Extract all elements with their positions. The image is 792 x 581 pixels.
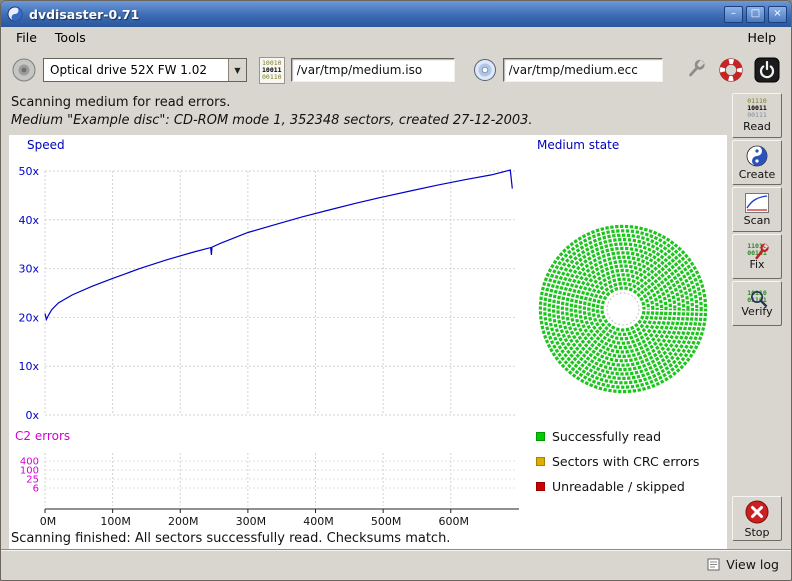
- legend-item: Sectors with CRC errors: [536, 449, 699, 474]
- fix-button[interactable]: 11010 00101 Fix: [732, 234, 782, 279]
- medium-disc-ring: [558, 244, 688, 374]
- app-window: dvdisaster-0.71 – □ × File Tools Help Op…: [0, 0, 792, 581]
- iso-path-input[interactable]: [291, 58, 455, 82]
- chevron-down-icon[interactable]: ▼: [228, 59, 246, 81]
- footer-bar: View log: [1, 549, 791, 580]
- speed-y-tick-label: 20x: [18, 311, 39, 324]
- drive-select-value: Optical drive 52X FW 1.02: [44, 59, 228, 81]
- status-medium-info: Medium "Example disc": CD-ROM mode 1, 35…: [11, 113, 727, 128]
- scan-result-status: Scanning finished: All sectors successfu…: [11, 531, 450, 546]
- ecc-disc-icon: [473, 58, 497, 82]
- titlebar: dvdisaster-0.71 – □ ×: [1, 1, 791, 27]
- medium-disc-hub: [607, 293, 639, 325]
- legend-label: Successfully read: [552, 429, 661, 444]
- view-log-label: View log: [726, 557, 779, 572]
- stop-button[interactable]: Stop: [732, 496, 782, 541]
- medium-state-legend: Successfully read Sectors with CRC error…: [536, 424, 699, 499]
- window-controls: – □ ×: [724, 6, 787, 23]
- speed-curve: [45, 170, 512, 319]
- legend-swatch: [536, 432, 545, 441]
- create-button[interactable]: Create: [732, 140, 782, 185]
- x-tick-label: 600M: [439, 515, 470, 528]
- scan-button[interactable]: Scan: [732, 187, 782, 232]
- results-canvas: 0x 10x 20x 30x 40x 50x 0M 100M 200M 300M 400M 500M 6…: [9, 135, 727, 549]
- speed-y-tick-label: 0x: [25, 409, 39, 422]
- drive-icon: [11, 57, 37, 83]
- legend-item: Unreadable / skipped: [536, 474, 699, 499]
- speed-chart-title: Speed: [27, 138, 65, 152]
- log-icon: [707, 558, 720, 571]
- red-wrench-icon: [746, 242, 772, 266]
- iso-file-icon: 10010 10011 00110: [259, 57, 285, 84]
- speed-y-tick-label: 50x: [18, 165, 39, 178]
- legend-label: Sectors with CRC errors: [552, 454, 699, 469]
- x-tick-label: 100M: [100, 515, 131, 528]
- legend-label: Unreadable / skipped: [552, 479, 685, 494]
- action-sidebar: 01110 10011 00111 Read Create Scan: [727, 93, 787, 549]
- x-tick-label: 300M: [236, 515, 267, 528]
- legend-swatch: [536, 482, 545, 491]
- medium-disc-ring: [584, 270, 661, 347]
- speed-y-tick-label: 40x: [18, 214, 39, 227]
- wrench-icon: [682, 57, 708, 83]
- ecc-path-input[interactable]: [503, 58, 663, 82]
- speed-y-tick-label: 10x: [18, 360, 39, 373]
- minimize-icon[interactable]: –: [724, 6, 743, 23]
- window-title: dvdisaster-0.71: [29, 7, 139, 22]
- view-log-button[interactable]: View log: [703, 556, 783, 573]
- quit-button[interactable]: [753, 56, 781, 84]
- lifebuoy-icon: [718, 57, 744, 83]
- x-tick-label: 500M: [371, 515, 402, 528]
- preferences-button[interactable]: [681, 56, 709, 84]
- medium-disc-ring: [540, 226, 705, 391]
- x-tick-label: 400M: [303, 515, 334, 528]
- medium-state-title: Medium state: [537, 138, 619, 152]
- menu-tools[interactable]: Tools: [46, 28, 95, 47]
- medium-disc-ring: [571, 257, 675, 361]
- maximize-icon[interactable]: □: [746, 6, 765, 23]
- read-button[interactable]: 01110 10011 00111 Read: [732, 93, 782, 138]
- close-icon[interactable]: ×: [768, 6, 787, 23]
- mini-chart-icon: [745, 193, 769, 213]
- medium-disc-ring: [598, 284, 649, 335]
- power-icon: [754, 57, 780, 83]
- window-icon: [7, 6, 23, 22]
- magnifier-icon: [746, 289, 772, 313]
- toolbar: Optical drive 52X FW 1.02 ▼ 10010 10011 …: [1, 47, 791, 93]
- speed-y-tick-label: 30x: [18, 263, 39, 276]
- binary-wrench-icon: 11010 00101: [747, 243, 767, 257]
- x-tick-label: 0M: [40, 515, 57, 528]
- c2-y-tick-label: 6: [33, 484, 39, 495]
- help-button[interactable]: [717, 56, 745, 84]
- status-area: Scanning medium for read errors. Medium …: [1, 93, 727, 135]
- menubar: File Tools Help: [1, 27, 791, 47]
- drive-select[interactable]: Optical drive 52X FW 1.02 ▼: [43, 58, 247, 82]
- yin-yang-icon: [746, 145, 768, 167]
- stop-icon: [744, 499, 770, 525]
- legend-item: Successfully read: [536, 424, 699, 449]
- menu-help[interactable]: Help: [739, 28, 786, 47]
- x-tick-label: 200M: [168, 515, 199, 528]
- legend-swatch: [536, 457, 545, 466]
- verify-button[interactable]: 10110 01101 Verify: [732, 281, 782, 326]
- status-action: Scanning medium for read errors.: [11, 95, 727, 110]
- binary-magnifier-icon: 10110 01101: [747, 290, 767, 304]
- menu-file[interactable]: File: [7, 28, 46, 47]
- c2-chart-title: C2 errors: [15, 429, 70, 443]
- binary-read-icon: 01110 10011 00111: [747, 98, 767, 119]
- medium-disc-ring: [602, 288, 644, 330]
